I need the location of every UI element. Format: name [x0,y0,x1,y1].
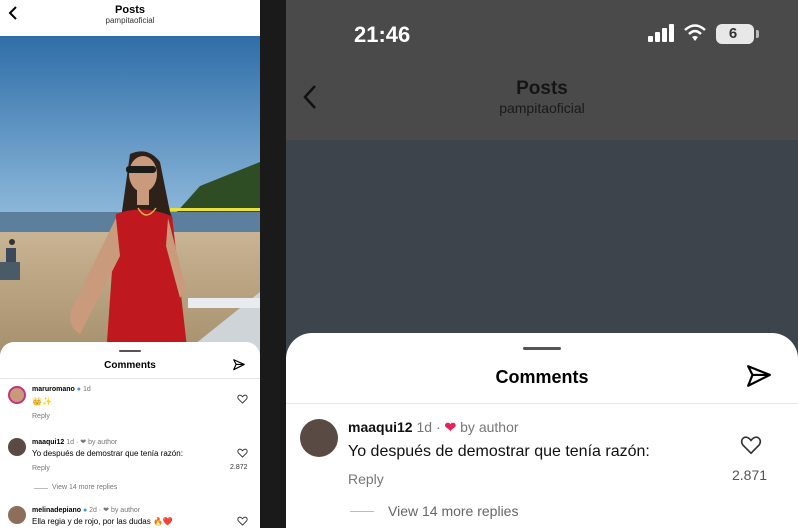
post-photo [0,36,260,356]
comment-header: maaqui12 1d · ❤ by author [348,419,519,436]
comments-title: Comments [495,367,589,387]
verified-badge-icon: ● [76,386,81,393]
battery-level: 6 [728,25,738,42]
right-phone-screen: 21:46 6 Posts pampitaoficial Comments ma… [286,0,798,528]
comment-meta: 1d · ❤ by author [66,439,118,446]
comment-time: 1d [416,419,433,435]
avatar[interactable] [300,419,338,457]
status-bar: 21:46 6 [286,0,798,70]
comment-text: Yo después de demostrar que tenía razón: [32,449,183,458]
heart-icon[interactable] [237,448,248,458]
like-count: 2.871 [732,467,768,483]
reply-button[interactable]: Reply [32,465,50,472]
heart-icon[interactable] [740,435,762,455]
header-title: Posts [115,4,145,16]
comments-sheet: Comments maruromano ● 1d 👑✨ Reply maaqui… [0,342,260,528]
sheet-drag-handle[interactable] [119,350,141,352]
heart-icon[interactable] [237,394,248,404]
reply-button[interactable]: Reply [32,413,50,420]
like-count: 2.872 [230,464,248,471]
comment-username[interactable]: maruromano [32,386,75,393]
liked-by-author-heart-icon: ❤ [444,419,457,435]
posts-header: Posts pampitaoficial [286,70,798,140]
posts-header: Posts pampitaoficial [0,0,260,36]
header-subtitle: pampitaoficial [499,100,585,116]
avatar[interactable] [8,438,26,456]
comment-header: maaqui12 1d · ❤ by author [32,438,117,446]
comments-title: Comments [104,360,156,371]
sheet-divider [286,403,798,404]
sheet-drag-handle[interactable] [523,347,561,350]
header-subtitle: pampitaoficial [105,16,155,25]
avatar[interactable] [8,506,26,524]
more-replies-line [350,511,374,512]
meta-separator: · [435,419,441,435]
cellular-signal-icon [648,24,674,42]
status-time: 21:46 [354,22,411,47]
comment-meta: 2d · ❤ by author [89,507,141,514]
author-badge: by author [460,419,519,435]
battery-indicator: 6 [716,24,754,44]
comment-item: melinadepiano ● 2d · ❤ by author Ella re… [8,506,258,528]
more-replies-line [34,488,48,489]
comment-item: maaqui12 1d · ❤ by author Yo después de … [8,438,258,498]
share-send-icon[interactable] [746,363,772,389]
view-more-replies-button[interactable]: View 14 more replies [388,503,518,519]
sheet-divider [0,378,260,379]
view-more-replies-button[interactable]: View 14 more replies [52,484,117,491]
comment-username[interactable]: maaqui12 [348,419,413,435]
wifi-icon [684,24,706,41]
comment-username[interactable]: maaqui12 [32,439,64,446]
battery-cap [756,30,759,38]
comment-item: maaqui12 1d · ❤ by author Yo después de … [300,417,798,528]
header-title: Posts [516,78,568,99]
split-screenshot: Posts pampitaoficial Comments maruromano… [0,0,798,528]
comment-username[interactable]: melinadepiano [32,507,81,514]
reply-button[interactable]: Reply [348,471,384,487]
comment-text: Yo después de demostrar que tenía razón: [348,443,650,460]
avatar[interactable] [8,386,26,404]
comment-header: melinadepiano ● 2d · ❤ by author [32,506,140,514]
comment-text: 👑✨ [32,397,52,406]
comment-header: maruromano ● 1d [32,386,91,393]
share-send-icon[interactable] [232,358,246,372]
comment-item: maruromano ● 1d 👑✨ Reply [8,386,258,422]
comments-sheet: Comments maaqui12 1d · ❤ by author Yo de… [286,333,798,528]
heart-icon[interactable] [237,516,248,526]
verified-badge-icon: ● [82,507,88,514]
comment-text: Ella regia y de rojo, por las dudas 🔥❤️ [32,517,173,526]
left-phone-screen: Posts pampitaoficial Comments maruromano… [0,0,260,528]
comment-meta: 1d [82,386,91,393]
